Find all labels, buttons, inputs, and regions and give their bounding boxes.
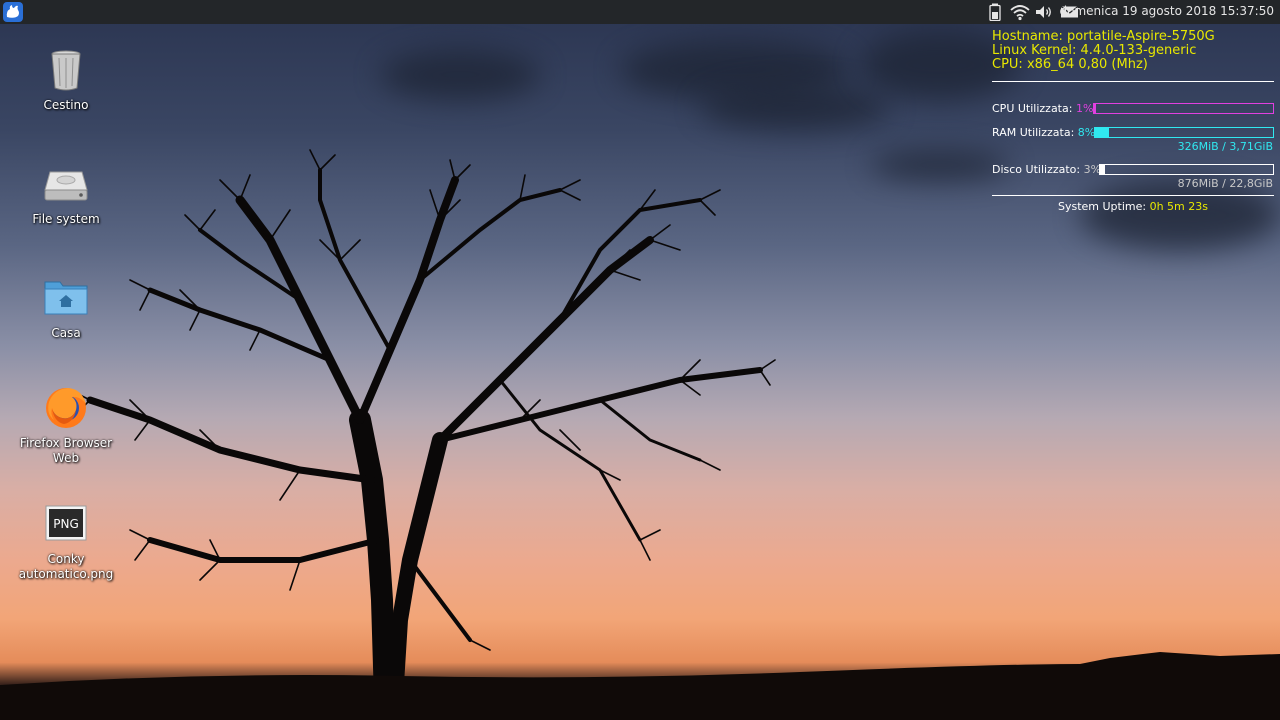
desktop-icon-label: Casa: [51, 326, 81, 340]
conky-hostname: Hostname: portatile-Aspire-5750G: [992, 29, 1215, 44]
conky-cpu-label: CPU Utilizzata:: [992, 102, 1073, 115]
conky-uptime-value: 0h 5m 23s: [1149, 200, 1208, 213]
desktop-icon-firefox[interactable]: Firefox Browser Web: [16, 384, 116, 466]
desktop-icon-png-file[interactable]: PNG Conky automatico.png: [16, 500, 116, 582]
battery-icon[interactable]: [988, 3, 1002, 21]
conky-kernel: Linux Kernel: 4.4.0-133-generic: [992, 43, 1197, 58]
conky-disk-detail: 876MiB / 22,8GiB: [1177, 177, 1273, 190]
conky-disk-row: Disco Utilizzato: 3%: [992, 163, 1276, 177]
conky-monitor: Hostname: portatile-Aspire-5750G Linux K…: [992, 30, 1276, 213]
conky-ram-row: RAM Utilizzata: 8%: [992, 126, 1276, 140]
desktop-icon-label: File system: [32, 212, 100, 226]
desktop-icon-home[interactable]: Casa: [16, 274, 116, 341]
drive-icon: [44, 171, 88, 201]
xubuntu-menu-icon[interactable]: [3, 2, 23, 22]
ram-usage-fill: [1095, 128, 1110, 137]
cpu-usage-bar: [1093, 103, 1274, 114]
disk-usage-bar: [1099, 164, 1274, 175]
desktop-icon-label: Firefox Browser Web: [19, 436, 113, 465]
conky-divider: [992, 81, 1274, 82]
conky-cpu-value: 1%: [1075, 102, 1094, 115]
png-file-icon: PNG: [45, 505, 87, 541]
top-panel: domenica 19 agosto 2018 15:37:50: [0, 0, 1280, 24]
conky-uptime: System Uptime: 0h 5m 23s: [992, 200, 1274, 213]
home-folder-icon: [44, 281, 88, 315]
ram-usage-bar: [1094, 127, 1274, 138]
conky-divider: [992, 195, 1274, 196]
conky-uptime-label: System Uptime:: [1057, 200, 1147, 213]
conky-disk-label: Disco Utilizzato:: [992, 163, 1081, 176]
desktop-icon-trash[interactable]: Cestino: [16, 46, 116, 113]
panel-clock[interactable]: domenica 19 agosto 2018 15:37:50: [1060, 4, 1275, 18]
trash-icon: [51, 50, 81, 91]
wifi-icon[interactable]: [1009, 3, 1031, 21]
conky-cpu-info: CPU: x86_64 0,80 (Mhz): [992, 57, 1148, 72]
desktop-wallpaper[interactable]: Cestino File system Casa Firefox Browser…: [0, 0, 1280, 720]
conky-ram-value: 8%: [1077, 126, 1096, 139]
conky-cpu-row: CPU Utilizzata: 1%: [992, 102, 1276, 116]
firefox-icon: [46, 388, 86, 428]
cpu-usage-fill: [1094, 104, 1096, 113]
disk-usage-fill: [1100, 165, 1106, 174]
conky-ram-label: RAM Utilizzata:: [992, 126, 1075, 139]
png-badge-text: PNG: [53, 517, 79, 531]
conky-ram-detail: 326MiB / 3,71GiB: [1177, 140, 1273, 153]
volume-icon[interactable]: [1034, 3, 1054, 21]
desktop-icon-label: Cestino: [43, 98, 89, 112]
desktop-icon-file-system[interactable]: File system: [16, 160, 116, 227]
desktop-icon-label: Conky automatico.png: [18, 552, 114, 581]
